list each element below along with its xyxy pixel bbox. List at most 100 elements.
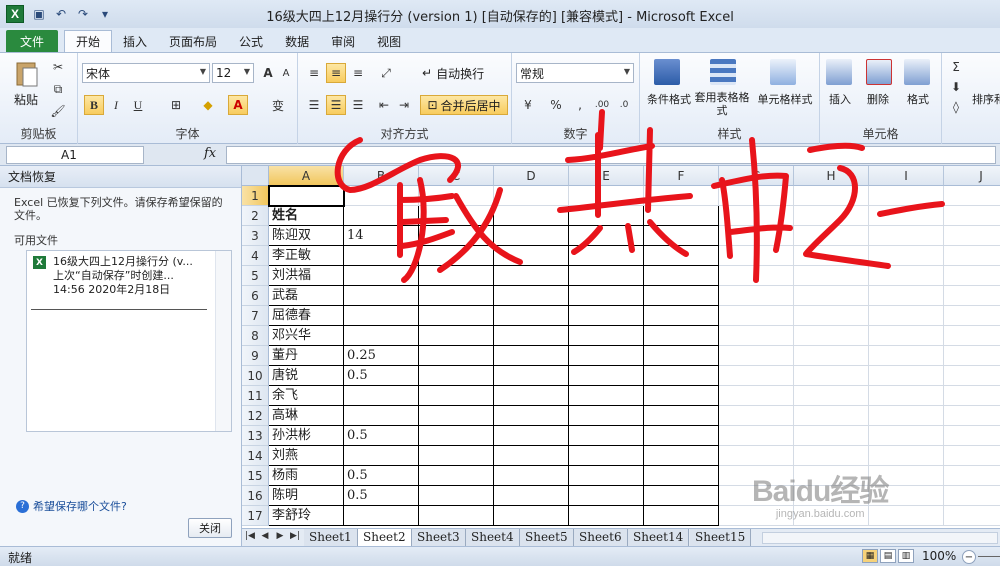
insert-cells-icon[interactable] bbox=[826, 59, 852, 85]
paste-icon[interactable] bbox=[12, 59, 42, 89]
cell[interactable]: 高琳 bbox=[269, 406, 344, 426]
row-header[interactable]: 6 bbox=[242, 286, 269, 306]
cell[interactable] bbox=[869, 346, 944, 366]
cell-styles-icon[interactable] bbox=[770, 59, 796, 85]
cell[interactable] bbox=[569, 246, 644, 266]
cell[interactable] bbox=[944, 346, 1000, 366]
recovery-close-button[interactable]: 关闭 bbox=[188, 518, 232, 538]
column-header-a[interactable]: A bbox=[269, 166, 344, 186]
cell[interactable] bbox=[794, 266, 869, 286]
cell[interactable]: 0.5 bbox=[344, 426, 419, 446]
cell[interactable]: 姓名 bbox=[269, 206, 344, 226]
grow-font-button[interactable]: A bbox=[258, 63, 278, 83]
column-header-f[interactable]: F bbox=[644, 166, 719, 186]
column-header-b[interactable]: B bbox=[344, 166, 419, 186]
cell[interactable]: 0.25 bbox=[344, 346, 419, 366]
cell[interactable] bbox=[719, 246, 794, 266]
cell[interactable] bbox=[569, 386, 644, 406]
cell[interactable] bbox=[944, 466, 1000, 486]
cell[interactable] bbox=[494, 206, 569, 226]
cell[interactable] bbox=[344, 246, 419, 266]
cell[interactable] bbox=[494, 386, 569, 406]
cell[interactable] bbox=[494, 186, 569, 206]
row-header[interactable]: 11 bbox=[242, 386, 269, 406]
cell[interactable] bbox=[944, 506, 1000, 526]
cell[interactable] bbox=[644, 426, 719, 446]
cell[interactable]: 孙洪彬 bbox=[269, 426, 344, 446]
sheet-tab[interactable]: Sheet15 bbox=[690, 529, 752, 546]
cell[interactable] bbox=[569, 446, 644, 466]
cell[interactable] bbox=[944, 266, 1000, 286]
cell[interactable] bbox=[944, 226, 1000, 246]
cell[interactable] bbox=[719, 266, 794, 286]
cell[interactable] bbox=[869, 426, 944, 446]
sheet-tab[interactable]: Sheet2 bbox=[358, 529, 412, 546]
cell[interactable] bbox=[419, 406, 494, 426]
row-header[interactable]: 2 bbox=[242, 206, 269, 226]
cell[interactable] bbox=[494, 326, 569, 346]
tab-view[interactable]: 视图 bbox=[366, 30, 412, 52]
cell[interactable] bbox=[494, 346, 569, 366]
align-middle-icon[interactable]: ≡ bbox=[326, 63, 346, 83]
cell[interactable] bbox=[719, 466, 794, 486]
cell[interactable] bbox=[719, 366, 794, 386]
cell[interactable] bbox=[944, 446, 1000, 466]
last-sheet-icon[interactable]: ▶| bbox=[289, 531, 301, 541]
cell[interactable] bbox=[494, 306, 569, 326]
italic-button[interactable]: I bbox=[106, 95, 126, 115]
cell[interactable] bbox=[494, 286, 569, 306]
cell[interactable] bbox=[719, 446, 794, 466]
cell[interactable] bbox=[869, 446, 944, 466]
cell[interactable] bbox=[644, 226, 719, 246]
cell[interactable] bbox=[644, 266, 719, 286]
cell[interactable] bbox=[569, 226, 644, 246]
horizontal-scrollbar[interactable] bbox=[762, 532, 998, 544]
cell[interactable] bbox=[494, 426, 569, 446]
save-icon[interactable]: ▣ bbox=[30, 5, 48, 23]
cell[interactable] bbox=[569, 266, 644, 286]
borders-icon[interactable]: ⊞ bbox=[166, 95, 186, 115]
cell[interactable] bbox=[869, 406, 944, 426]
cell[interactable] bbox=[419, 326, 494, 346]
prev-sheet-icon[interactable]: ◀ bbox=[259, 531, 271, 541]
delete-cells-button[interactable]: 删除 bbox=[862, 91, 894, 107]
cell[interactable] bbox=[944, 186, 1000, 206]
cell[interactable] bbox=[719, 206, 794, 226]
wrap-text-button[interactable]: ↵ 自动换行 bbox=[422, 63, 484, 83]
worksheet-grid[interactable]: A B C D E F G H I J 1 2 姓名 3 陈迎双 14 4 李正敏 5 刘洪福 6 武磊 7 屈德春 8 邓兴华 9… bbox=[242, 166, 1000, 528]
increase-decimal-icon[interactable]: .00 bbox=[592, 95, 612, 115]
insert-cells-button[interactable]: 插入 bbox=[824, 91, 856, 107]
cell[interactable] bbox=[719, 346, 794, 366]
insert-function-button[interactable]: fx bbox=[204, 146, 216, 161]
cell[interactable] bbox=[944, 486, 1000, 506]
cell[interactable] bbox=[644, 186, 719, 206]
cell[interactable] bbox=[569, 426, 644, 446]
cell[interactable] bbox=[569, 326, 644, 346]
cell[interactable] bbox=[644, 446, 719, 466]
cell[interactable] bbox=[869, 186, 944, 206]
redo-icon[interactable]: ↷ bbox=[74, 5, 92, 23]
cell[interactable] bbox=[869, 206, 944, 226]
cell[interactable] bbox=[569, 206, 644, 226]
cell[interactable] bbox=[344, 506, 419, 526]
cell[interactable] bbox=[419, 206, 494, 226]
row-header[interactable]: 3 bbox=[242, 226, 269, 246]
fill-icon[interactable]: ⬇ bbox=[946, 77, 966, 97]
cell[interactable] bbox=[794, 446, 869, 466]
cell[interactable] bbox=[344, 326, 419, 346]
sheet-tab[interactable]: Sheet14 bbox=[628, 529, 690, 546]
cell[interactable] bbox=[644, 366, 719, 386]
delete-cells-icon[interactable] bbox=[866, 59, 892, 85]
cell[interactable]: 李正敏 bbox=[269, 246, 344, 266]
row-header[interactable]: 9 bbox=[242, 346, 269, 366]
cell[interactable] bbox=[719, 486, 794, 506]
cell[interactable] bbox=[944, 366, 1000, 386]
cell[interactable]: 陈迎双 bbox=[269, 226, 344, 246]
cell[interactable] bbox=[419, 486, 494, 506]
currency-icon[interactable]: ¥ bbox=[518, 95, 538, 115]
cell[interactable] bbox=[869, 366, 944, 386]
cut-icon[interactable]: ✂ bbox=[48, 57, 68, 77]
cell[interactable] bbox=[494, 486, 569, 506]
table-format-icon[interactable] bbox=[710, 59, 736, 85]
clear-icon[interactable]: ◊ bbox=[946, 97, 966, 117]
